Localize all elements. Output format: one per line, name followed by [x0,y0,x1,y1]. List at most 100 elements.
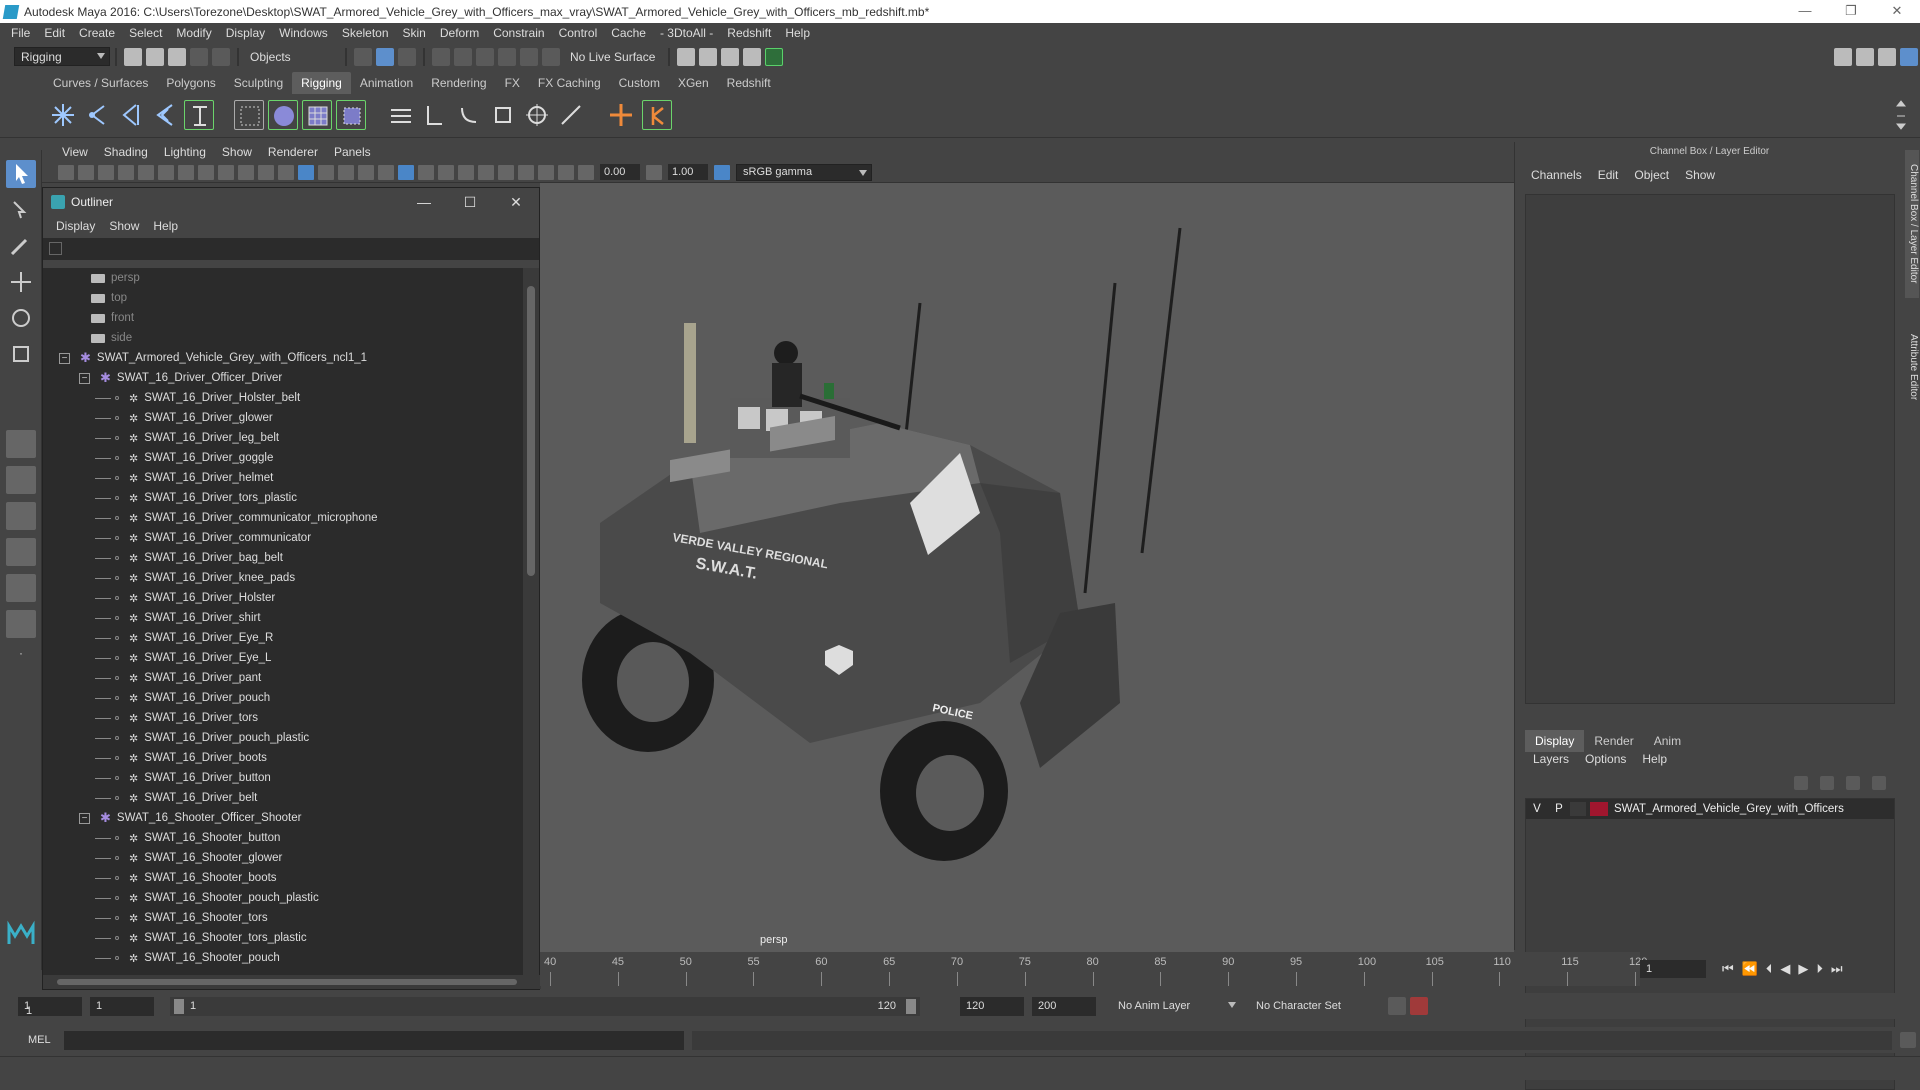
vp-menu-shading[interactable]: Shading [96,145,156,159]
redo-icon[interactable] [212,47,230,66]
channel-box-toggle-icon[interactable] [1900,47,1918,66]
time-slider[interactable]: 40 45 50 55 60 65 70 75 80 85 90 95 100 105 110 115 120 [540,952,1647,986]
outliner-menu-show[interactable]: Show [102,219,146,233]
cb-menu-edit[interactable]: Edit [1590,168,1627,182]
shelf-tab-curves-surfaces[interactable]: Curves / Surfaces [44,72,157,94]
render-current-icon[interactable] [699,47,718,66]
gamma-field[interactable]: 1.00 [668,164,708,180]
colorspace-dropdown[interactable]: sRGB gamma [736,163,872,181]
lasso-tool-icon[interactable] [6,196,36,224]
rotate-tool-icon[interactable] [6,304,36,332]
scene-end-field[interactable]: 200 [1032,996,1096,1016]
perspective-viewport[interactable]: VERDE VALLEY REGIONAL S.W.A.T. POLICE pe… [540,183,1514,953]
xray-icon[interactable] [418,164,434,180]
render-view-icon[interactable] [743,47,762,66]
lattice-icon[interactable] [302,100,332,130]
gamma-icon[interactable] [646,164,662,180]
menu-3dtoall[interactable]: - 3DtoAll - [653,26,720,40]
outliner-mesh-item[interactable]: ✲ SWAT_16_Driver_belt [43,788,523,808]
smooth-shade-icon[interactable] [298,164,314,180]
search-filter-icon[interactable] [49,242,62,255]
step-forward-frame-icon[interactable]: ⏵ [1816,961,1823,977]
tool-settings-toggle-icon[interactable] [1878,47,1896,66]
scale-constraint-icon[interactable] [488,100,518,130]
layer-menu-layers[interactable]: Layers [1525,752,1577,766]
outliner-camera-item[interactable]: side [43,328,523,348]
vp-menu-view[interactable]: View [54,145,96,159]
menu-control[interactable]: Control [552,26,605,40]
pan-zoom-icon[interactable] [538,164,554,180]
outliner-mesh-item[interactable]: ✲ SWAT_16_Driver_boots [43,748,523,768]
select-object-icon[interactable] [376,47,394,66]
outliner-mesh-item[interactable]: ✲ SWAT_16_Shooter_tors [43,908,523,928]
anim-layer-dropdown[interactable]: No Anim Layer [1112,996,1240,1016]
outliner-mesh-item[interactable]: ✲ SWAT_16_Driver_pouch [43,688,523,708]
step-back-frame-icon[interactable]: ⏴ [1766,961,1773,977]
range-start-handle[interactable] [174,998,184,1014]
script-language-label[interactable]: MEL [0,1034,60,1046]
outliner-mesh-item[interactable]: ✲ SWAT_16_Driver_glower [43,408,523,428]
menu-file[interactable]: File [4,26,37,40]
menu-help[interactable]: Help [778,26,817,40]
outliner-mesh-item[interactable]: ✲ SWAT_16_Driver_bag_belt [43,548,523,568]
wireframe-icon[interactable] [278,164,294,180]
depth-of-field-icon[interactable] [518,164,534,180]
insert-joint-icon[interactable] [82,100,112,130]
command-input[interactable] [64,1030,684,1050]
shelf-tab-rigging[interactable]: Rigging [292,72,351,94]
new-layer-icon[interactable] [1872,776,1886,790]
new-scene-icon[interactable] [124,47,142,66]
menu-modify[interactable]: Modify [169,26,218,40]
layer-row[interactable]: V P SWAT_Armored_Vehicle_Grey_with_Offic… [1526,799,1894,819]
ik-handle-icon[interactable] [184,100,214,130]
menu-skin[interactable]: Skin [396,26,433,40]
cb-menu-show[interactable]: Show [1677,168,1723,182]
cb-menu-channels[interactable]: Channels [1523,168,1590,182]
render-settings-icon[interactable] [677,47,696,66]
paint-skin-weights-icon[interactable] [268,100,298,130]
default-material-icon[interactable] [318,164,334,180]
menu-create[interactable]: Create [72,26,122,40]
layout-graph-editor-icon[interactable] [6,610,36,638]
shelf-tab-xgen[interactable]: XGen [669,72,718,94]
orient-constraint-icon[interactable] [454,100,484,130]
shelf-tab-rendering[interactable]: Rendering [422,72,495,94]
outliner-mesh-item[interactable]: ✲ SWAT_16_Driver_helmet [43,468,523,488]
layer-menu-help[interactable]: Help [1634,752,1675,766]
field-chart-icon[interactable] [218,164,234,180]
outliner-mesh-item[interactable]: ✲ SWAT_16_Driver_knee_pads [43,568,523,588]
outliner-mesh-item[interactable]: ✲ SWAT_16_Driver_Holster_belt [43,388,523,408]
outliner-mesh-item[interactable]: ✲ SWAT_16_Driver_tors [43,708,523,728]
go-to-end-icon[interactable]: ⏭ [1831,961,1843,977]
outliner-mesh-item[interactable]: ✲ SWAT_16_Driver_Holster [43,588,523,608]
range-slider[interactable]: 1 120 [170,996,920,1016]
menu-edit[interactable]: Edit [37,26,72,40]
menu-windows[interactable]: Windows [272,26,335,40]
outliner-minimize-button[interactable]: — [401,194,447,210]
pole-vector-icon[interactable] [556,100,586,130]
outliner-mesh-item[interactable]: ✲ SWAT_16_Driver_leg_belt [43,428,523,448]
bookmark-icon[interactable] [98,164,114,180]
anti-aliasing-icon[interactable] [498,164,514,180]
outliner-mesh-item[interactable]: ✲ SWAT_16_Shooter_boots [43,868,523,888]
layer-color-swatch[interactable] [1590,802,1608,816]
go-to-start-icon[interactable]: ⏮ [1722,961,1734,977]
snap-point-icon[interactable] [476,47,494,66]
shelf-scroll-icon[interactable] [1895,98,1907,132]
close-button[interactable]: ✕ [1874,0,1920,23]
menu-set-dropdown[interactable]: Rigging [14,47,110,66]
menu-skeleton[interactable]: Skeleton [335,26,396,40]
isolate-select-icon[interactable] [398,164,414,180]
motion-blur-icon[interactable] [478,164,494,180]
snap-curve-icon[interactable] [454,47,472,66]
layout-two-stacked-icon[interactable] [6,538,36,566]
playback-end-field[interactable]: 120 [960,996,1024,1016]
tab-anim[interactable]: Anim [1644,730,1691,752]
outliner-mesh-item[interactable]: ✲ SWAT_16_Driver_Eye_R [43,628,523,648]
gate-mask-icon[interactable] [198,164,214,180]
select-hierarchy-icon[interactable] [354,47,372,66]
layout-single-icon[interactable] [6,430,36,458]
outliner-mesh-item[interactable]: ✲ SWAT_16_Shooter_pouch_plastic [43,888,523,908]
grease-pencil-icon[interactable] [558,164,574,180]
exposure-icon[interactable] [578,164,594,180]
